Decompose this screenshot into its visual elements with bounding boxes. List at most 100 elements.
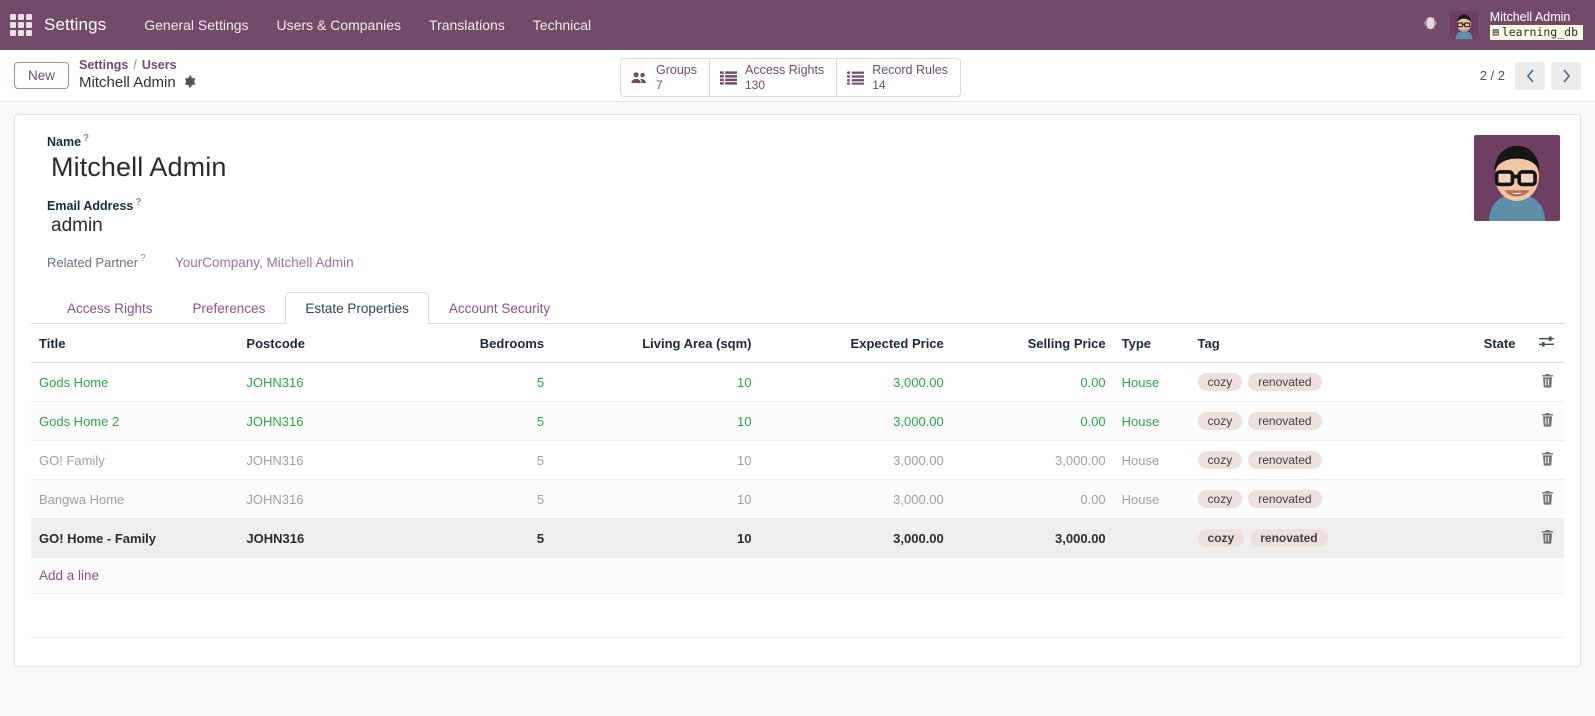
trash-icon[interactable] <box>1541 451 1554 469</box>
tab-preferences[interactable]: Preferences <box>173 292 286 324</box>
cell-title[interactable]: GO! Home - Family <box>31 518 239 558</box>
stat-button-access-rights[interactable]: Access Rights 130 <box>709 58 838 98</box>
bug-icon[interactable] <box>1423 16 1438 34</box>
cell-state[interactable] <box>1417 440 1524 480</box>
cell-type[interactable]: House <box>1113 362 1190 402</box>
breadcrumb-item-users[interactable]: Users <box>142 58 177 74</box>
cell-state[interactable] <box>1417 362 1524 402</box>
navmenu-general-settings[interactable]: General Settings <box>130 11 262 39</box>
cell-expected-price[interactable]: 3,000.00 <box>759 401 952 441</box>
cell-postcode[interactable]: JOHN316 <box>238 440 431 480</box>
pager-next-button[interactable] <box>1551 61 1581 90</box>
cell-state[interactable] <box>1417 401 1524 441</box>
tag-badge[interactable]: cozy <box>1197 373 1243 391</box>
column-header-tag[interactable]: Tag <box>1189 324 1418 363</box>
breadcrumb-item-settings[interactable]: Settings <box>79 58 128 74</box>
cell-selling-price[interactable]: 0.00 <box>951 479 1114 519</box>
column-header-selling-price[interactable]: Selling Price <box>951 324 1114 363</box>
tag-badge[interactable]: renovated <box>1248 451 1322 469</box>
table-row[interactable]: GO! Home - Family JOHN316 5 10 3,000.00 … <box>31 518 1564 558</box>
tag-badge[interactable]: renovated <box>1248 373 1322 391</box>
tag-badge[interactable]: renovated <box>1250 529 1328 547</box>
cell-tags[interactable]: cozy renovated <box>1189 440 1418 480</box>
help-icon[interactable]: ? <box>140 254 146 264</box>
tag-badge[interactable]: renovated <box>1248 412 1322 430</box>
cell-type[interactable]: House <box>1113 440 1190 480</box>
cell-state[interactable] <box>1417 479 1524 519</box>
cell-tags[interactable]: cozy renovated <box>1189 518 1418 558</box>
column-header-type[interactable]: Type <box>1113 324 1190 363</box>
trash-icon[interactable] <box>1541 373 1554 391</box>
name-field-value[interactable]: Mitchell Admin <box>51 152 1564 183</box>
cell-type[interactable] <box>1113 518 1190 558</box>
email-field-value[interactable]: admin <box>51 215 1564 237</box>
cell-living-area[interactable]: 10 <box>552 440 760 480</box>
cell-title[interactable]: GO! Family <box>31 440 239 480</box>
cell-selling-price[interactable]: 0.00 <box>951 401 1114 441</box>
trash-icon[interactable] <box>1541 529 1554 547</box>
help-icon[interactable]: ? <box>83 134 89 144</box>
cell-selling-price[interactable]: 3,000.00 <box>951 518 1114 558</box>
table-row[interactable]: Gods Home JOHN316 5 10 3,000.00 0.00 Hou… <box>31 362 1564 402</box>
table-row[interactable]: Bangwa Home JOHN316 5 10 3,000.00 0.00 H… <box>31 479 1564 519</box>
cell-tags[interactable]: cozy renovated <box>1189 362 1418 402</box>
cell-tags[interactable]: cozy renovated <box>1189 479 1418 519</box>
delete-row-button[interactable] <box>1523 479 1564 519</box>
sliders-icon[interactable] <box>1523 324 1564 363</box>
trash-icon[interactable] <box>1541 490 1554 508</box>
tag-badge[interactable]: cozy <box>1197 490 1243 508</box>
cell-expected-price[interactable]: 3,000.00 <box>759 479 952 519</box>
related-partner-value[interactable]: YourCompany, Mitchell Admin <box>175 255 354 270</box>
column-header-title[interactable]: Title <box>31 324 239 363</box>
cell-bedrooms[interactable]: 5 <box>430 479 553 519</box>
add-line-row[interactable]: Add a line <box>31 557 1564 594</box>
cell-living-area[interactable]: 10 <box>552 479 760 519</box>
user-menu[interactable]: Mitchell Admin ▤ learning_db <box>1489 10 1583 41</box>
tag-badge[interactable]: cozy <box>1197 529 1245 547</box>
cell-title[interactable]: Bangwa Home <box>31 479 239 519</box>
cell-title[interactable]: Gods Home 2 <box>31 401 239 441</box>
table-row[interactable]: GO! Family JOHN316 5 10 3,000.00 3,000.0… <box>31 440 1564 480</box>
cell-postcode[interactable]: JOHN316 <box>238 518 431 558</box>
new-button[interactable]: New <box>14 62 70 89</box>
cell-tags[interactable]: cozy renovated <box>1189 401 1418 441</box>
cell-expected-price[interactable]: 3,000.00 <box>759 518 952 558</box>
cell-selling-price[interactable]: 3,000.00 <box>951 440 1114 480</box>
cell-type[interactable]: House <box>1113 401 1190 441</box>
navmenu-technical[interactable]: Technical <box>519 11 605 39</box>
cell-living-area[interactable]: 10 <box>552 518 760 558</box>
tab-estate-properties[interactable]: Estate Properties <box>285 292 429 324</box>
trash-icon[interactable] <box>1541 412 1554 430</box>
table-row[interactable]: Gods Home 2 JOHN316 5 10 3,000.00 0.00 H… <box>31 401 1564 441</box>
add-a-line-button[interactable]: Add a line <box>39 568 99 583</box>
column-header-living-area[interactable]: Living Area (sqm) <box>552 324 760 363</box>
cell-selling-price[interactable]: 0.00 <box>951 362 1114 402</box>
pager-previous-button[interactable] <box>1515 61 1545 90</box>
delete-row-button[interactable] <box>1523 362 1564 402</box>
column-header-state[interactable]: State <box>1417 324 1524 363</box>
stat-button-groups[interactable]: Groups 7 <box>620 58 710 98</box>
cell-bedrooms[interactable]: 5 <box>430 440 553 480</box>
column-header-expected-price[interactable]: Expected Price <box>759 324 952 363</box>
cell-expected-price[interactable]: 3,000.00 <box>759 362 952 402</box>
cell-living-area[interactable]: 10 <box>552 401 760 441</box>
tag-badge[interactable]: cozy <box>1197 451 1243 469</box>
cell-living-area[interactable]: 10 <box>552 362 760 402</box>
delete-row-button[interactable] <box>1523 518 1564 558</box>
navmenu-users-companies[interactable]: Users & Companies <box>263 11 416 39</box>
tag-badge[interactable]: cozy <box>1197 412 1243 430</box>
app-brand-settings[interactable]: Settings <box>44 15 106 35</box>
cell-postcode[interactable]: JOHN316 <box>238 362 431 402</box>
cell-postcode[interactable]: JOHN316 <box>238 401 431 441</box>
cell-title[interactable]: Gods Home <box>31 362 239 402</box>
tab-access-rights[interactable]: Access Rights <box>47 292 173 324</box>
column-header-bedrooms[interactable]: Bedrooms <box>430 324 553 363</box>
cell-bedrooms[interactable]: 5 <box>430 362 553 402</box>
gear-icon[interactable] <box>183 75 196 92</box>
cell-postcode[interactable]: JOHN316 <box>238 479 431 519</box>
apps-grid-icon[interactable] <box>10 14 32 36</box>
stat-button-record-rules[interactable]: Record Rules 14 <box>836 58 961 98</box>
column-header-postcode[interactable]: Postcode <box>238 324 431 363</box>
cell-state[interactable] <box>1417 518 1524 558</box>
cell-expected-price[interactable]: 3,000.00 <box>759 440 952 480</box>
